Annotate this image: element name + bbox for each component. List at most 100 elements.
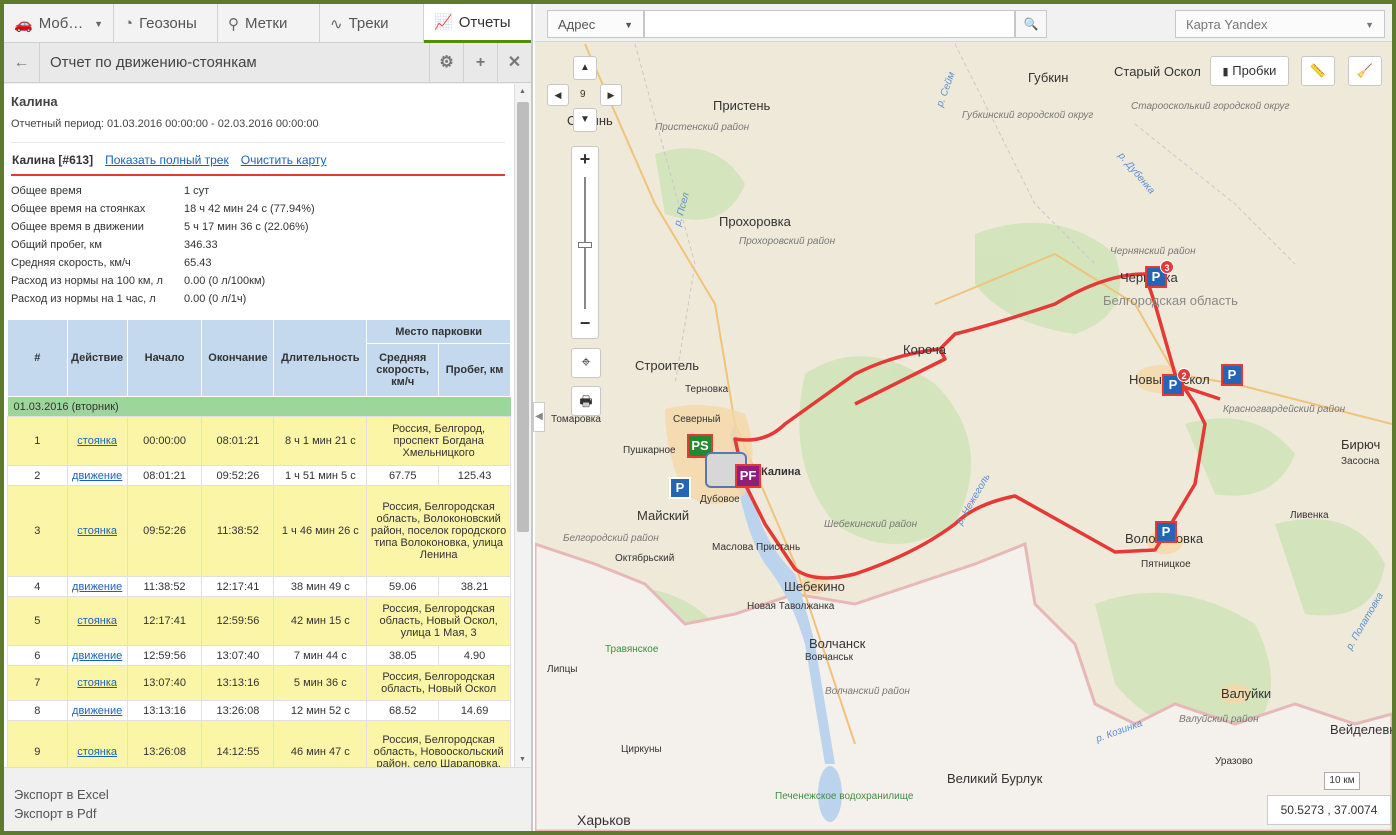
table-row: 3 стоянка 09:52:26 11:38:52 1 ч 46 мин 2…: [7, 485, 511, 577]
tab-label: Геозоны: [139, 15, 197, 32]
zoom-slider-handle[interactable]: [578, 242, 592, 248]
chevron-down-icon: ▼: [1365, 20, 1374, 30]
parking-marker[interactable]: P3: [1145, 260, 1174, 288]
back-arrow-icon[interactable]: ←: [4, 42, 40, 83]
scroll-down-icon[interactable]: ▼: [519, 756, 526, 763]
scroll-up-icon[interactable]: ▲: [519, 88, 526, 95]
map-label-staroskol-district: Староосколький городской округ: [1131, 101, 1290, 112]
map-label-urazovo: Уразово: [1215, 756, 1253, 767]
export-excel-link[interactable]: Экспорт в Excel: [14, 785, 521, 804]
table-row: 6 движение 12:59:56 13:07:40 7 мин 44 с …: [7, 645, 511, 666]
parking-marker[interactable]: P: [669, 477, 691, 499]
print-button[interactable]: 🖶: [571, 386, 601, 416]
movement-table: # Действие Начало Окончание Длительность…: [7, 319, 511, 767]
action-link[interactable]: движение: [72, 581, 122, 593]
map-toolbar: Адрес ▼ 🔍 Карта Yandex ▼: [535, 4, 1392, 42]
report-scrollbar[interactable]: ▲ ▼: [514, 84, 531, 767]
map-label-pristen: Пристень: [713, 98, 771, 113]
collapse-panel-button[interactable]: ◀: [533, 402, 545, 432]
table-row: 2 движение 08:01:21 09:52:26 1 ч 51 мин …: [7, 465, 511, 486]
action-link[interactable]: стоянка: [77, 677, 117, 689]
export-pdf-link[interactable]: Экспорт в Pdf: [14, 804, 521, 823]
show-track-link[interactable]: Показать полный трек: [105, 153, 229, 167]
map-label-ternovka: Терновка: [685, 384, 729, 395]
zoom-in-button[interactable]: +: [572, 147, 598, 173]
parking-marker[interactable]: P2: [1162, 368, 1191, 396]
action-link[interactable]: стоянка: [77, 746, 117, 758]
map-label-shebekino: Шебекино: [784, 579, 845, 594]
plus-icon[interactable]: +: [463, 42, 497, 83]
clear-button[interactable]: 🧹: [1348, 56, 1382, 86]
map-label-biryuch: Бирюч: [1341, 437, 1381, 452]
close-icon[interactable]: ✕: [497, 42, 531, 83]
col-header-start: Начало: [126, 319, 203, 397]
pan-down-button[interactable]: ▼: [573, 108, 597, 132]
locate-button[interactable]: ⌖: [571, 348, 601, 378]
action-link[interactable]: стоянка: [77, 435, 117, 447]
action-link[interactable]: движение: [72, 470, 122, 482]
pan-right-button[interactable]: ▶: [600, 84, 622, 106]
search-button[interactable]: 🔍: [1015, 10, 1047, 38]
pan-left-button[interactable]: ◀: [547, 84, 569, 106]
col-header-action: Действие: [66, 319, 128, 397]
tab-tracks[interactable]: ∿ Треки: [320, 4, 424, 43]
address-dropdown[interactable]: Адрес ▼: [547, 10, 644, 38]
action-link[interactable]: стоянка: [77, 615, 117, 627]
scroll-thumb[interactable]: [517, 102, 529, 532]
map-label-chernyanka-district: Чернянский район: [1110, 246, 1196, 257]
main-tabs: 🚗 Моб… ▼ ◔ Геозоны ⚲ Метки ∿ Треки 📈 Отч…: [4, 4, 531, 43]
map-label-vovchansk: Вовчанськ: [805, 652, 853, 663]
map-label-severny: Северный: [673, 414, 721, 425]
action-link[interactable]: движение: [72, 650, 122, 662]
tab-reports[interactable]: 📈 Отчеты: [424, 4, 531, 43]
chevron-left-icon: ◀: [535, 411, 543, 422]
clear-map-link[interactable]: Очистить карту: [241, 153, 327, 167]
stat-row: Расход из нормы на 1 час, л 0.00 (0 л/1ч): [11, 293, 247, 305]
map-label-valuyki: Валуйки: [1221, 686, 1272, 701]
col-header-mileage: Пробег, км: [438, 343, 511, 397]
table-row: 9 стоянка 13:26:08 14:12:55 46 мин 47 с …: [7, 720, 511, 767]
tab-vehicles[interactable]: 🚗 Моб… ▼: [4, 4, 114, 43]
app-window: 🚗 Моб… ▼ ◔ Геозоны ⚲ Метки ∿ Треки 📈 Отч…: [4, 4, 1392, 831]
map-label-travyanskoe: Травянское: [605, 644, 659, 655]
map-label-pristen-district: Пристенский район: [655, 122, 750, 133]
action-link[interactable]: движение: [72, 705, 122, 717]
cursor-coordinates: 50.5273 , 37.0074: [1267, 795, 1391, 825]
chevron-down-icon[interactable]: ▼: [94, 19, 103, 29]
map-label-korocha: Короча: [903, 342, 946, 357]
map-label-veliky-burluk: Великий Бурлук: [947, 771, 1043, 786]
table-row: 4 движение 11:38:52 12:17:41 38 мин 49 с…: [7, 576, 511, 597]
table-row: 8 движение 13:13:16 13:26:08 12 мин 52 с…: [7, 700, 511, 721]
address-search-input[interactable]: [644, 10, 1015, 38]
arrow-right-icon: ▶: [607, 90, 615, 100]
gear-icon[interactable]: ⚙: [429, 42, 463, 83]
car-icon: 🚗: [14, 15, 33, 33]
action-link[interactable]: стоянка: [77, 525, 117, 537]
map-label-volchansk: Волчанск: [809, 636, 866, 651]
map-type-select[interactable]: Карта Yandex ▼: [1175, 10, 1385, 38]
zoom-out-button[interactable]: −: [572, 312, 598, 338]
col-header-place: Место парковки: [366, 319, 511, 344]
map-label-gubkin-district: Губкинский городской округ: [962, 110, 1094, 121]
tab-marks[interactable]: ⚲ Метки: [218, 4, 320, 43]
arrow-down-icon: ▼: [580, 114, 590, 125]
report-period: Отчетный период: 01.03.2016 00:00:00 - 0…: [11, 118, 319, 130]
map-label-dubovoe: Дубовое: [700, 494, 740, 505]
tab-geofences[interactable]: ◔ Геозоны: [114, 4, 218, 43]
report-content: Калина Отчетный период: 01.03.2016 00:00…: [4, 84, 514, 767]
finish-marker[interactable]: PF: [735, 464, 761, 488]
pan-up-button[interactable]: ▲: [573, 56, 597, 80]
map-label-tsirkuny: Циркуны: [621, 744, 662, 755]
map-label-region: Белгородская область: [1103, 293, 1238, 308]
ruler-button[interactable]: 📏: [1301, 56, 1335, 86]
parking-marker[interactable]: P: [1155, 521, 1177, 543]
map-view[interactable]: Губкин Старый Оскол Пристень Обоянь Прох…: [535, 4, 1392, 831]
geofence-icon: ◔: [124, 15, 134, 32]
map-label-kharkov: Харьков: [577, 812, 631, 828]
parking-marker[interactable]: P: [1221, 364, 1243, 386]
vehicle-label: Калина: [761, 466, 801, 478]
parking-count-badge: 2: [1177, 368, 1191, 382]
chevron-down-icon: ▼: [624, 20, 633, 30]
track-icon: ∿: [330, 15, 343, 33]
traffic-button[interactable]: ▮ Пробки: [1210, 56, 1289, 86]
